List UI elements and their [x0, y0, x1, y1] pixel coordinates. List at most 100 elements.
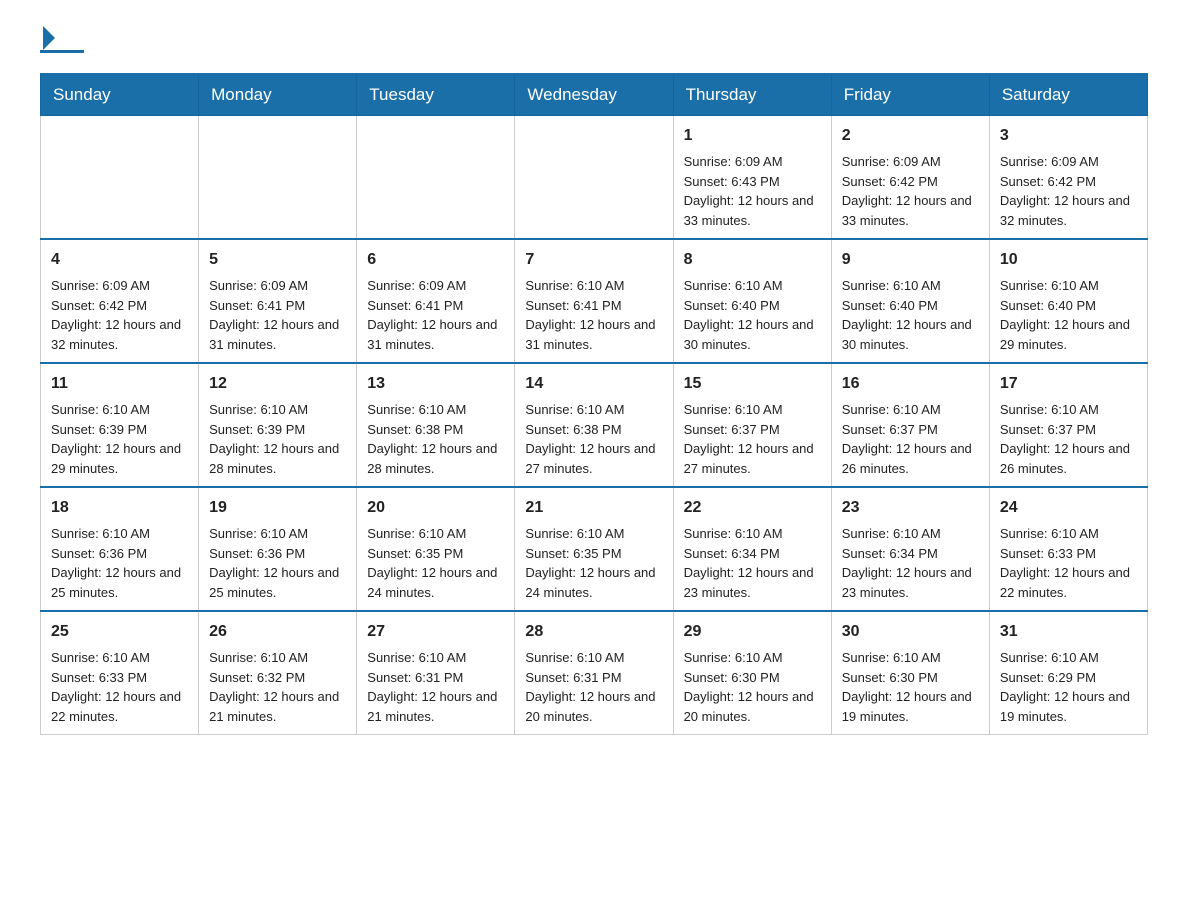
calendar-cell: 23 Sunrise: 6:10 AM Sunset: 6:34 PM Dayli…: [831, 487, 989, 611]
calendar-cell: 2 Sunrise: 6:09 AM Sunset: 6:42 PM Daylig…: [831, 116, 989, 240]
day-of-week-header: Saturday: [989, 74, 1147, 116]
calendar-cell: 30 Sunrise: 6:10 AM Sunset: 6:30 PM Dayli…: [831, 611, 989, 735]
day-info: Sunrise: 6:10 AM Sunset: 6:30 PM Dayligh…: [684, 650, 814, 724]
calendar-week-row: 1Sunrise: 6:09 AM Sunset: 6:43 PM Daylig…: [41, 116, 1148, 240]
day-info: Sunrise: 6:09 AM Sunset: 6:42 PM Dayligh…: [51, 278, 181, 352]
calendar-cell: [199, 116, 357, 240]
day-number: 20: [367, 496, 504, 520]
day-number: 14: [525, 372, 662, 396]
calendar-cell: 17 Sunrise: 6:10 AM Sunset: 6:37 PM Dayli…: [989, 363, 1147, 487]
calendar-cell: 29Sunrise: 6:10 AM Sunset: 6:30 PM Dayli…: [673, 611, 831, 735]
day-number: 10: [1000, 248, 1137, 272]
day-info: Sunrise: 6:10 AM Sunset: 6:31 PM Dayligh…: [525, 650, 655, 724]
calendar-week-row: 25 Sunrise: 6:10 AM Sunset: 6:33 PM Dayli…: [41, 611, 1148, 735]
calendar-cell: 9 Sunrise: 6:10 AM Sunset: 6:40 PM Daylig…: [831, 239, 989, 363]
day-number: 25: [51, 620, 188, 644]
calendar-cell: 19 Sunrise: 6:10 AM Sunset: 6:36 PM Dayli…: [199, 487, 357, 611]
day-number: 11: [51, 372, 188, 396]
day-number: 23: [842, 496, 979, 520]
day-of-week-header: Tuesday: [357, 74, 515, 116]
day-number: 15: [684, 372, 821, 396]
day-number: 4: [51, 248, 188, 272]
day-number: 26: [209, 620, 346, 644]
day-info: Sunrise: 6:10 AM Sunset: 6:40 PM Dayligh…: [1000, 278, 1130, 352]
day-info: Sunrise: 6:10 AM Sunset: 6:40 PM Dayligh…: [684, 278, 814, 352]
day-number: 18: [51, 496, 188, 520]
calendar-cell: 7 Sunrise: 6:10 AM Sunset: 6:41 PM Daylig…: [515, 239, 673, 363]
calendar-cell: 22Sunrise: 6:10 AM Sunset: 6:34 PM Dayli…: [673, 487, 831, 611]
calendar-week-row: 11 Sunrise: 6:10 AM Sunset: 6:39 PM Dayli…: [41, 363, 1148, 487]
day-info: Sunrise: 6:10 AM Sunset: 6:30 PM Dayligh…: [842, 650, 972, 724]
calendar-cell: 4 Sunrise: 6:09 AM Sunset: 6:42 PM Daylig…: [41, 239, 199, 363]
calendar-cell: 25 Sunrise: 6:10 AM Sunset: 6:33 PM Dayli…: [41, 611, 199, 735]
calendar-cell: 6Sunrise: 6:09 AM Sunset: 6:41 PM Daylig…: [357, 239, 515, 363]
day-number: 16: [842, 372, 979, 396]
calendar-cell: [357, 116, 515, 240]
calendar-cell: 18 Sunrise: 6:10 AM Sunset: 6:36 PM Dayli…: [41, 487, 199, 611]
day-number: 12: [209, 372, 346, 396]
day-info: Sunrise: 6:09 AM Sunset: 6:41 PM Dayligh…: [209, 278, 339, 352]
calendar-cell: 1Sunrise: 6:09 AM Sunset: 6:43 PM Daylig…: [673, 116, 831, 240]
day-of-week-header: Wednesday: [515, 74, 673, 116]
calendar-cell: 21Sunrise: 6:10 AM Sunset: 6:35 PM Dayli…: [515, 487, 673, 611]
day-of-week-header: Monday: [199, 74, 357, 116]
day-info: Sunrise: 6:10 AM Sunset: 6:39 PM Dayligh…: [209, 402, 339, 476]
calendar-table: SundayMondayTuesdayWednesdayThursdayFrid…: [40, 73, 1148, 735]
day-info: Sunrise: 6:10 AM Sunset: 6:37 PM Dayligh…: [1000, 402, 1130, 476]
calendar-cell: 13 Sunrise: 6:10 AM Sunset: 6:38 PM Dayli…: [357, 363, 515, 487]
calendar-cell: 10 Sunrise: 6:10 AM Sunset: 6:40 PM Dayli…: [989, 239, 1147, 363]
calendar-cell: [41, 116, 199, 240]
day-number: 19: [209, 496, 346, 520]
day-info: Sunrise: 6:10 AM Sunset: 6:37 PM Dayligh…: [842, 402, 972, 476]
calendar-cell: [515, 116, 673, 240]
day-info: Sunrise: 6:10 AM Sunset: 6:38 PM Dayligh…: [367, 402, 497, 476]
day-info: Sunrise: 6:10 AM Sunset: 6:33 PM Dayligh…: [51, 650, 181, 724]
day-of-week-header: Thursday: [673, 74, 831, 116]
day-info: Sunrise: 6:10 AM Sunset: 6:37 PM Dayligh…: [684, 402, 814, 476]
calendar-cell: 12 Sunrise: 6:10 AM Sunset: 6:39 PM Dayli…: [199, 363, 357, 487]
day-number: 31: [1000, 620, 1137, 644]
calendar-header-row: SundayMondayTuesdayWednesdayThursdayFrid…: [41, 74, 1148, 116]
day-number: 3: [1000, 124, 1137, 148]
day-number: 22: [684, 496, 821, 520]
calendar-cell: 3 Sunrise: 6:09 AM Sunset: 6:42 PM Daylig…: [989, 116, 1147, 240]
calendar-cell: 20 Sunrise: 6:10 AM Sunset: 6:35 PM Dayli…: [357, 487, 515, 611]
calendar-cell: 31 Sunrise: 6:10 AM Sunset: 6:29 PM Dayli…: [989, 611, 1147, 735]
day-info: Sunrise: 6:09 AM Sunset: 6:42 PM Dayligh…: [842, 154, 972, 228]
day-number: 30: [842, 620, 979, 644]
day-info: Sunrise: 6:10 AM Sunset: 6:36 PM Dayligh…: [51, 526, 181, 600]
day-info: Sunrise: 6:10 AM Sunset: 6:35 PM Dayligh…: [525, 526, 655, 600]
day-info: Sunrise: 6:10 AM Sunset: 6:35 PM Dayligh…: [367, 526, 497, 600]
day-number: 13: [367, 372, 504, 396]
day-number: 24: [1000, 496, 1137, 520]
day-number: 9: [842, 248, 979, 272]
day-of-week-header: Friday: [831, 74, 989, 116]
day-number: 1: [684, 124, 821, 148]
day-of-week-header: Sunday: [41, 74, 199, 116]
day-info: Sunrise: 6:10 AM Sunset: 6:29 PM Dayligh…: [1000, 650, 1130, 724]
calendar-cell: 14Sunrise: 6:10 AM Sunset: 6:38 PM Dayli…: [515, 363, 673, 487]
calendar-cell: 26Sunrise: 6:10 AM Sunset: 6:32 PM Dayli…: [199, 611, 357, 735]
day-number: 7: [525, 248, 662, 272]
calendar-cell: 27 Sunrise: 6:10 AM Sunset: 6:31 PM Dayli…: [357, 611, 515, 735]
calendar-cell: 24 Sunrise: 6:10 AM Sunset: 6:33 PM Dayli…: [989, 487, 1147, 611]
calendar-week-row: 18 Sunrise: 6:10 AM Sunset: 6:36 PM Dayli…: [41, 487, 1148, 611]
calendar-cell: 16 Sunrise: 6:10 AM Sunset: 6:37 PM Dayli…: [831, 363, 989, 487]
day-number: 2: [842, 124, 979, 148]
day-number: 17: [1000, 372, 1137, 396]
calendar-cell: 15 Sunrise: 6:10 AM Sunset: 6:37 PM Dayli…: [673, 363, 831, 487]
calendar-cell: 28 Sunrise: 6:10 AM Sunset: 6:31 PM Dayli…: [515, 611, 673, 735]
day-info: Sunrise: 6:10 AM Sunset: 6:40 PM Dayligh…: [842, 278, 972, 352]
calendar-week-row: 4 Sunrise: 6:09 AM Sunset: 6:42 PM Daylig…: [41, 239, 1148, 363]
day-info: Sunrise: 6:10 AM Sunset: 6:33 PM Dayligh…: [1000, 526, 1130, 600]
day-info: Sunrise: 6:09 AM Sunset: 6:42 PM Dayligh…: [1000, 154, 1130, 228]
day-number: 28: [525, 620, 662, 644]
day-info: Sunrise: 6:10 AM Sunset: 6:31 PM Dayligh…: [367, 650, 497, 724]
day-info: Sunrise: 6:10 AM Sunset: 6:36 PM Dayligh…: [209, 526, 339, 600]
calendar-cell: 5Sunrise: 6:09 AM Sunset: 6:41 PM Daylig…: [199, 239, 357, 363]
day-number: 27: [367, 620, 504, 644]
day-info: Sunrise: 6:10 AM Sunset: 6:39 PM Dayligh…: [51, 402, 181, 476]
logo-triangle-icon: [43, 26, 55, 50]
day-info: Sunrise: 6:10 AM Sunset: 6:34 PM Dayligh…: [842, 526, 972, 600]
day-info: Sunrise: 6:10 AM Sunset: 6:41 PM Dayligh…: [525, 278, 655, 352]
